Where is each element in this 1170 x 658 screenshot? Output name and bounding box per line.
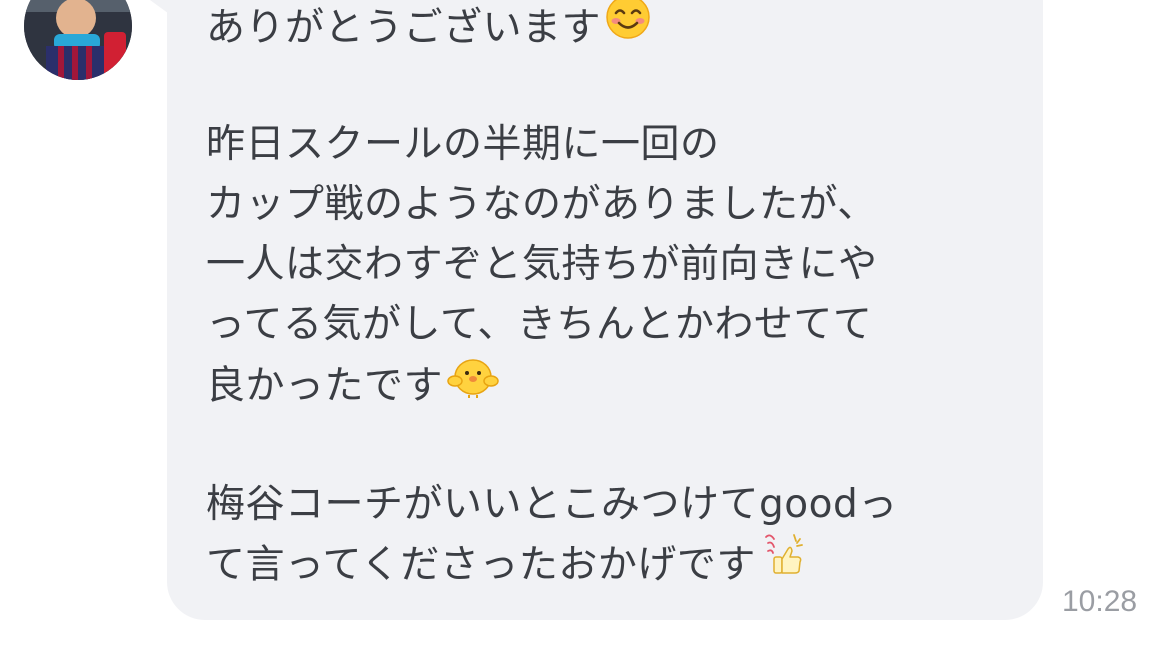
- message-line: 良かったです: [206, 355, 499, 415]
- chat-view: ありがとうございます 昨日スクールの半期に一回の カップ戦のようなのがありました…: [0, 0, 1170, 658]
- message-text: て言ってくださったおかげです: [206, 542, 756, 588]
- message-line: 一人は交わすぞと気持ちが前向きにや: [206, 235, 878, 295]
- message-text: ありがとうございます: [206, 5, 602, 51]
- message-line: カップ戦のようなのがありましたが、: [206, 175, 877, 235]
- message-text: カップ戦のようなのがありましたが、: [206, 182, 877, 227]
- message-text: 一人は交わすぞと気持ちが前向きにや: [206, 242, 878, 287]
- message-line: ありがとうございます: [206, 0, 651, 58]
- message-text: 良かったです: [206, 363, 444, 409]
- smiling-face-emoji: [605, 0, 651, 58]
- message-text: ってる気がして、きちんとかわせてて: [206, 302, 873, 347]
- message-line: 昨日スクールの半期に一回の: [206, 115, 720, 175]
- message-line: ってる気がして、きちんとかわせてて: [206, 295, 872, 355]
- message-timestamp: 10:28: [1062, 585, 1138, 618]
- message-text: 梅谷コーチがいいとこみつけてgoodっ: [206, 482, 898, 527]
- sender-avatar[interactable]: [24, 0, 132, 80]
- thumbs-up-good-sticker-emoji: [760, 531, 806, 595]
- message-text: 昨日スクールの半期に一回の: [206, 122, 720, 167]
- yellow-chick-sticker-emoji: [447, 351, 499, 417]
- message-line: 梅谷コーチがいいとこみつけてgoodっ: [206, 475, 898, 535]
- message-line: て言ってくださったおかげです: [206, 534, 806, 595]
